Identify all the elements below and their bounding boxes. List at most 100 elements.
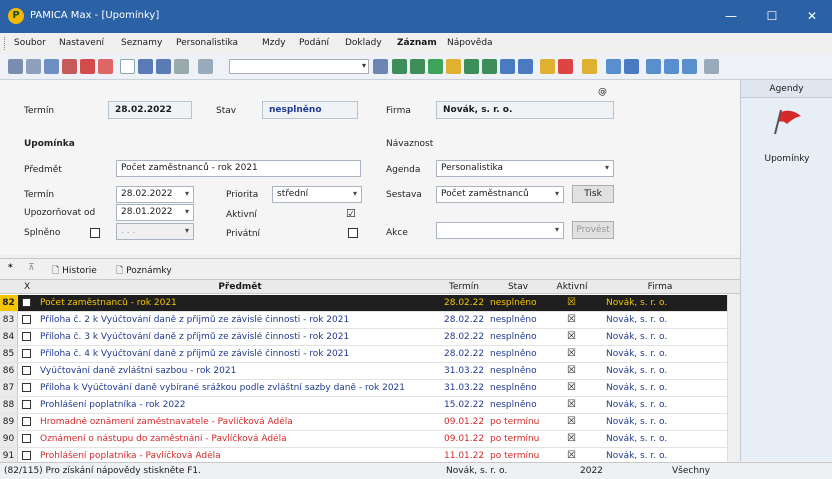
row-stav: nesplněno <box>490 383 537 393</box>
menu-nastaveni[interactable]: Nastavení <box>59 38 104 48</box>
row-checkbox[interactable] <box>22 451 31 460</box>
menu-doklady[interactable]: Doklady <box>345 38 382 48</box>
sestava-label: Sestava <box>386 190 422 200</box>
row-predmet: Počet zaměstnanců - rok 2021 <box>40 298 177 308</box>
row-checkbox[interactable] <box>22 332 31 341</box>
termin-date-input[interactable]: 28.02.2022 ▾ <box>116 186 194 203</box>
record-icon-2[interactable] <box>518 59 533 74</box>
menu-podani[interactable]: Podání <box>299 38 329 48</box>
tool-icon-3[interactable] <box>44 59 59 74</box>
aktivni-check-icon: ☒ <box>567 399 576 410</box>
folder-icon[interactable] <box>582 59 597 74</box>
nav-last-icon[interactable] <box>482 59 497 74</box>
export-icon[interactable] <box>606 59 621 74</box>
nav-prev-icon[interactable] <box>410 59 425 74</box>
row-checkbox[interactable] <box>22 383 31 392</box>
col-stav[interactable]: Stav <box>488 282 548 292</box>
sidebar-header: Agendy <box>741 80 832 98</box>
agenda-select[interactable]: Personalistika ▾ <box>436 160 614 177</box>
window-icon-3[interactable] <box>682 59 697 74</box>
table-row[interactable]: 89 Hromadné oznámení zaměstnavatele - Pav… <box>0 414 727 431</box>
table-row[interactable]: 90 Oznámení o nástupu do zaměstnání - Pav… <box>0 431 727 448</box>
table-row[interactable]: 86 Vyúčtování daně zvláštní sazbou - rok … <box>0 363 727 380</box>
row-predmet: Příloha k Vyúčtování daně vybírané srážk… <box>40 383 406 393</box>
menu-personalistika[interactable]: Personalistika <box>176 38 238 48</box>
table-row[interactable]: 85 Příloha č. 4 k Vyúčtování daně z příjm… <box>0 346 727 363</box>
menu-zaznam[interactable]: Záznam <box>397 38 437 48</box>
table-row[interactable]: 84 Příloha č. 3 k Vyúčtování daně z příjm… <box>0 329 727 346</box>
tool-icon-2[interactable] <box>26 59 41 74</box>
tab-historie[interactable]: 🗋 Historie <box>52 263 97 279</box>
print-icon[interactable] <box>62 59 77 74</box>
window-icon-2[interactable] <box>664 59 679 74</box>
ean-icon[interactable] <box>624 59 639 74</box>
aktivni-check-icon: ☒ <box>567 331 576 342</box>
pdf2-icon[interactable] <box>98 59 113 74</box>
close-button[interactable]: ✕ <box>792 4 832 28</box>
table-row[interactable]: 87 Příloha k Vyúčtování daně vybírané srá… <box>0 380 727 397</box>
table-row[interactable]: 88 Prohlášení poplatníka - rok 2022 15.02.… <box>0 397 727 414</box>
tool-icon-1[interactable] <box>8 59 23 74</box>
row-checkbox[interactable] <box>22 366 31 375</box>
table-row[interactable]: 83 Příloha č. 2 k Vyúčtování daně z příjm… <box>0 312 727 329</box>
menu-seznamy[interactable]: Seznamy <box>121 38 162 48</box>
nav-next-icon[interactable] <box>464 59 479 74</box>
sidebar-item-upominky[interactable]: Upomínky <box>741 154 832 164</box>
row-checkbox[interactable] <box>22 315 31 324</box>
predmet-input[interactable]: Počet zaměstnanců - rok 2021 <box>116 160 361 177</box>
sestava-select[interactable]: Počet zaměstnanců ▾ <box>436 186 564 203</box>
status-filter[interactable]: Všechny <box>672 466 710 476</box>
col-aktivni[interactable]: Aktivní <box>548 282 596 292</box>
help-icon[interactable] <box>704 59 719 74</box>
menu-mzdy[interactable]: Mzdy <box>262 38 286 48</box>
table-row[interactable]: 82 Počet zaměstnanců - rok 2021 28.02.22 ne… <box>0 295 727 312</box>
toolbar-combo[interactable]: ▾ <box>229 59 369 74</box>
header-firma-label: Firma <box>386 106 411 116</box>
nav-down-icon[interactable] <box>446 59 461 74</box>
nav-up-icon[interactable] <box>428 59 443 74</box>
chevron-down-icon: ▾ <box>184 207 189 216</box>
row-checkbox[interactable] <box>22 400 31 409</box>
privatni-checkbox[interactable] <box>348 228 358 238</box>
save-icon[interactable] <box>138 59 153 74</box>
splneno-checkbox[interactable] <box>90 228 100 238</box>
row-checkbox[interactable] <box>22 349 31 358</box>
aktivni-checkbox[interactable]: ☑ <box>346 207 356 220</box>
row-number: 82 <box>0 295 18 311</box>
row-checkbox[interactable] <box>22 298 31 307</box>
window-icon-1[interactable] <box>646 59 661 74</box>
flag-icon[interactable] <box>558 59 573 74</box>
funnel-icon[interactable] <box>540 59 555 74</box>
copy-icon[interactable] <box>198 59 213 74</box>
col-firma[interactable]: Firma <box>600 282 720 292</box>
row-checkbox[interactable] <box>22 434 31 443</box>
vertical-scrollbar[interactable] <box>727 294 740 462</box>
tab-poznamky[interactable]: 🗋 Poznámky <box>116 263 172 279</box>
col-termin[interactable]: Termín <box>442 282 486 292</box>
row-termin: 15.02.22 <box>444 400 485 410</box>
minimize-button[interactable]: — <box>711 4 751 28</box>
new-icon[interactable] <box>120 59 135 74</box>
row-number: 84 <box>0 329 18 345</box>
delete-icon[interactable] <box>174 59 189 74</box>
priorita-select[interactable]: střední ▾ <box>272 186 362 203</box>
maximize-button[interactable]: ☐ <box>752 4 792 28</box>
nav-first-icon[interactable] <box>392 59 407 74</box>
tisk-button[interactable]: Tisk <box>572 185 614 203</box>
chevron-down-icon: ▾ <box>184 189 189 198</box>
menu-napoveda[interactable]: Nápověda <box>447 38 493 48</box>
row-checkbox[interactable] <box>22 417 31 426</box>
menu-soubor[interactable]: Soubor <box>14 38 46 48</box>
status-firma: Novák, s. r. o. <box>446 466 508 476</box>
filter-icon[interactable] <box>373 59 388 74</box>
col-predmet[interactable]: Předmět <box>40 282 440 292</box>
col-x[interactable]: X <box>24 282 30 292</box>
upozornovat-date-input[interactable]: 28.01.2022 ▾ <box>116 204 194 221</box>
save-all-icon[interactable] <box>156 59 171 74</box>
record-icon-1[interactable] <box>500 59 515 74</box>
akce-select[interactable]: ▾ <box>436 222 564 239</box>
tab-new[interactable]: * <box>8 263 13 273</box>
tab-filter[interactable]: ⊼ <box>28 263 35 273</box>
pdf-icon[interactable] <box>80 59 95 74</box>
header-stav-label: Stav <box>216 106 237 116</box>
